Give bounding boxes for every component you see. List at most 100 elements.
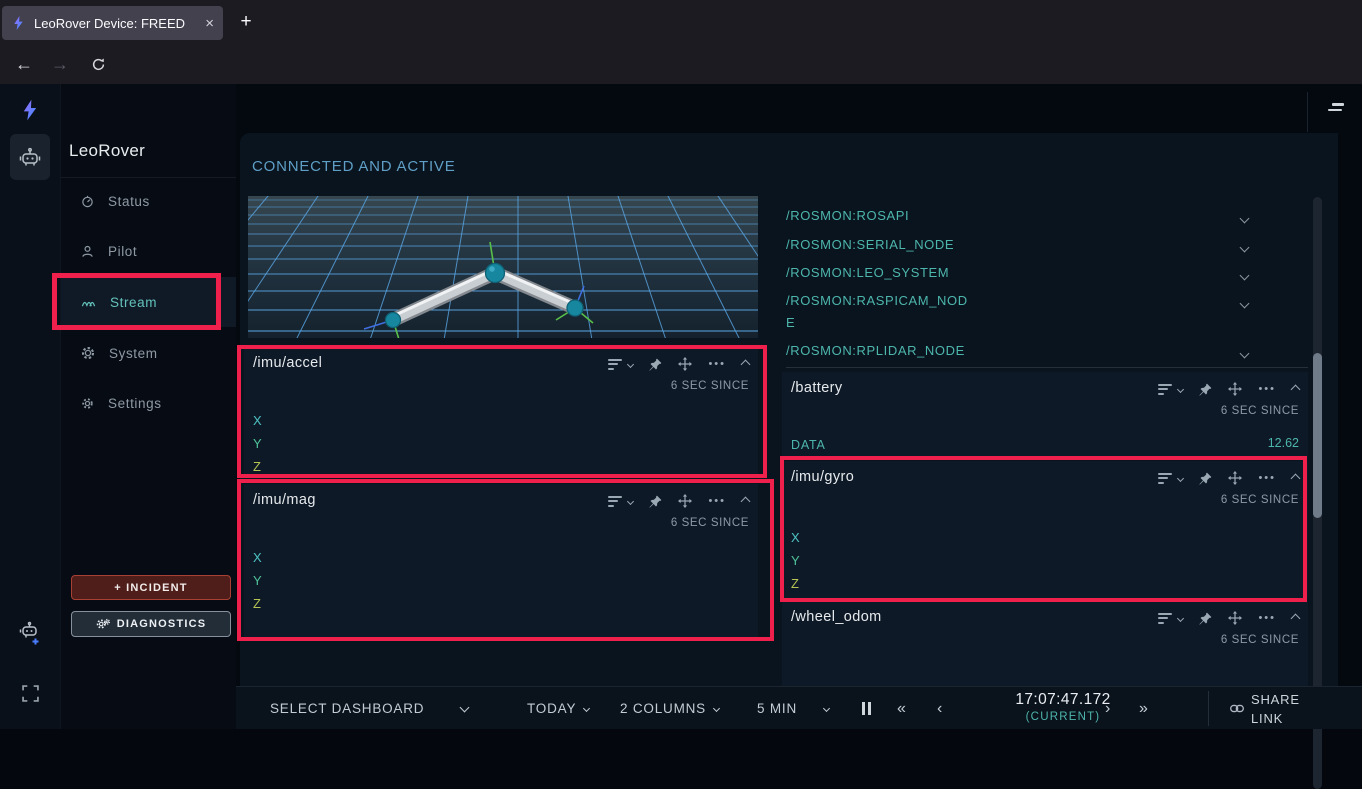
move-icon[interactable] xyxy=(678,494,692,508)
rosmon-node-serial[interactable]: /ROSMON:SERIAL_NODE xyxy=(786,234,1312,256)
collapse-icon[interactable] xyxy=(1291,384,1301,394)
sidebar-item-stream[interactable]: Stream xyxy=(61,277,237,327)
more-options-icon[interactable]: ••• xyxy=(708,359,726,369)
scrollbar-thumb[interactable] xyxy=(1313,353,1322,518)
sidebar-item-label: System xyxy=(109,346,158,361)
back-icon[interactable]: ← xyxy=(8,44,40,84)
filter-icon[interactable] xyxy=(1158,473,1172,484)
settings-gear-icon xyxy=(81,397,94,410)
filter-icon[interactable] xyxy=(608,359,622,370)
sidebar-item-label: Settings xyxy=(108,396,162,411)
pin-icon[interactable] xyxy=(649,358,662,371)
filter-icon[interactable] xyxy=(608,496,622,507)
collapse-icon[interactable] xyxy=(741,359,751,369)
fullscreen-icon xyxy=(22,685,39,702)
sidebar-item-system[interactable]: System xyxy=(61,328,237,378)
move-icon[interactable] xyxy=(678,357,692,371)
tab-close-icon[interactable]: × xyxy=(205,15,214,32)
collapse-icon[interactable] xyxy=(1291,473,1301,483)
interval-dropdown[interactable]: 5 MIN xyxy=(757,687,829,730)
rosmon-node-rosapi[interactable]: /ROSMON:ROSAPI xyxy=(786,205,1312,227)
collapse-icon[interactable] xyxy=(741,496,751,506)
axis-x-label: X xyxy=(253,550,262,565)
more-options-icon[interactable]: ••• xyxy=(708,496,726,506)
node-label: /ROSMON:LEO_SYSTEM xyxy=(786,262,968,284)
chevron-down-icon[interactable] xyxy=(627,497,634,504)
reload-icon[interactable] xyxy=(82,44,114,84)
divider xyxy=(786,367,1308,368)
chevron-down-icon[interactable] xyxy=(1240,214,1250,224)
chevron-down-icon[interactable] xyxy=(1240,349,1250,359)
select-dashboard-dropdown[interactable]: SELECT DASHBOARD xyxy=(270,687,470,730)
jump-end-button[interactable]: » xyxy=(1139,687,1149,730)
rosmon-node-leo-system[interactable]: /ROSMON:LEO_SYSTEM xyxy=(786,262,1312,284)
robot-device-icon xyxy=(18,146,42,168)
sidebar-item-pilot[interactable]: Pilot xyxy=(61,226,237,276)
since-label: 6 SEC SINCE xyxy=(671,517,749,529)
robot-3d-viewport[interactable] xyxy=(248,196,758,338)
device-rail-item[interactable] xyxy=(10,134,50,180)
move-icon[interactable] xyxy=(1228,471,1242,485)
diagnostics-button[interactable]: DIAGNOSTICS xyxy=(71,611,231,637)
pin-icon[interactable] xyxy=(1199,472,1212,485)
more-options-icon[interactable]: ••• xyxy=(1258,473,1276,483)
chevron-down-icon[interactable] xyxy=(1177,614,1184,621)
pin-icon[interactable] xyxy=(1199,383,1212,396)
status-icon xyxy=(81,195,94,208)
chevron-down-icon[interactable] xyxy=(1177,474,1184,481)
date-range-dropdown[interactable]: TODAY xyxy=(527,687,589,730)
panel-title: /imu/mag xyxy=(253,492,316,508)
freedom-robotics-app: LeoRover Status Pilot Stream System xyxy=(0,84,1362,729)
layout-options-icon[interactable] xyxy=(1328,103,1344,111)
incident-button[interactable]: + INCIDENT xyxy=(71,575,231,600)
axis-z-label: Z xyxy=(253,459,261,474)
step-back-button[interactable]: ‹ xyxy=(937,687,943,730)
columns-label: 2 COLUMNS xyxy=(620,701,706,716)
timestamp: 17:07:47.172 xyxy=(968,691,1158,709)
pin-icon[interactable] xyxy=(1199,612,1212,625)
step-forward-button[interactable]: › xyxy=(1105,687,1111,730)
fullscreen-button[interactable] xyxy=(0,685,60,702)
collapse-icon[interactable] xyxy=(1291,613,1301,623)
browser-tab[interactable]: LeoRover Device: FREED × xyxy=(2,6,223,40)
add-device-button[interactable] xyxy=(0,620,60,646)
stream-panel-wheel-odom: /wheel_odom ••• 6 SEC SINCE xyxy=(782,601,1308,686)
date-range-label: TODAY xyxy=(527,701,576,716)
chevron-down-icon[interactable] xyxy=(1240,299,1250,309)
sidebar-item-settings[interactable]: Settings xyxy=(61,378,237,428)
move-icon[interactable] xyxy=(1228,611,1242,625)
3d-grid-and-robot-model xyxy=(248,196,758,338)
playback-time[interactable]: 17:07:47.172 (CURRENT) xyxy=(968,691,1158,723)
move-icon[interactable] xyxy=(1228,382,1242,396)
pin-icon[interactable] xyxy=(649,495,662,508)
panel-title: /imu/accel xyxy=(253,355,322,371)
chevron-down-icon xyxy=(583,705,590,712)
device-sidebar: LeoRover Status Pilot Stream System xyxy=(60,84,236,729)
chevron-down-icon xyxy=(713,705,720,712)
pause-button[interactable] xyxy=(862,687,871,730)
forward-icon[interactable]: → xyxy=(44,44,76,84)
chevron-down-icon[interactable] xyxy=(1240,243,1250,253)
more-options-icon[interactable]: ••• xyxy=(1258,384,1276,394)
more-options-icon[interactable]: ••• xyxy=(1258,613,1276,623)
tab-title: LeoRover Device: FREED xyxy=(34,16,192,31)
divider xyxy=(1307,92,1308,132)
sidebar-item-status[interactable]: Status xyxy=(61,176,237,226)
app-logo[interactable] xyxy=(0,98,60,122)
chevron-down-icon[interactable] xyxy=(1240,271,1250,281)
rosmon-node-raspicam[interactable]: /ROSMON:RASPICAM_NODE xyxy=(786,290,1312,334)
sidebar-item-label: Pilot xyxy=(108,244,137,259)
columns-dropdown[interactable]: 2 COLUMNS xyxy=(620,687,719,730)
rosmon-node-rplidar[interactable]: /ROSMON:RPLIDAR_NODE xyxy=(786,340,1312,362)
select-dashboard-label: SELECT DASHBOARD xyxy=(270,701,424,716)
new-tab-button[interactable]: + xyxy=(233,9,259,35)
chevron-down-icon[interactable] xyxy=(1177,385,1184,392)
pause-icon xyxy=(862,702,871,715)
filter-icon[interactable] xyxy=(1158,384,1172,395)
share-link-button[interactable]: SHARE LINK xyxy=(1230,687,1307,730)
diagnostics-button-label: DIAGNOSTICS xyxy=(117,618,207,630)
dashboard-content: CONNECTED AND ACTIVE xyxy=(240,133,1338,686)
jump-start-button[interactable]: « xyxy=(897,687,907,730)
filter-icon[interactable] xyxy=(1158,613,1172,624)
chevron-down-icon[interactable] xyxy=(627,360,634,367)
